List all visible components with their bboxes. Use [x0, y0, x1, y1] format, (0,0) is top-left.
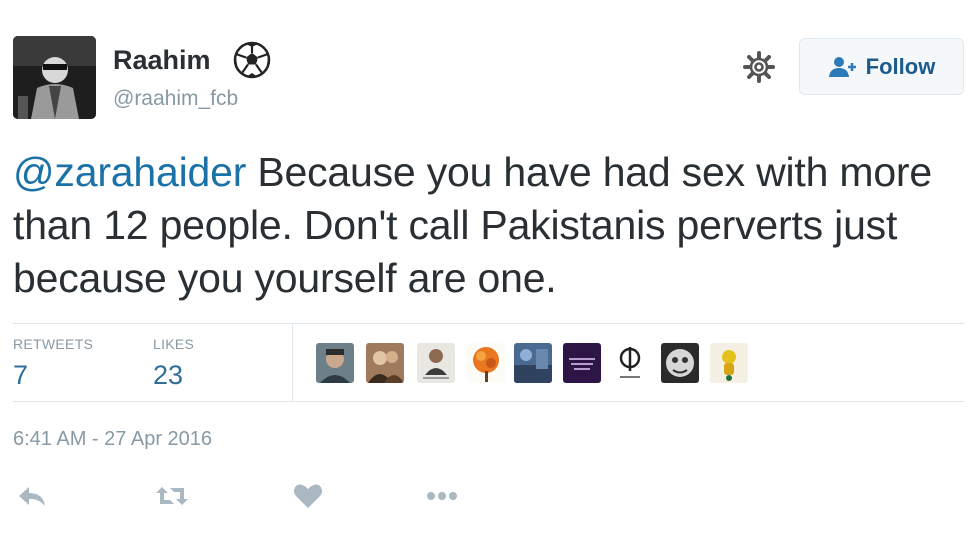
liker-avatar-8[interactable]	[661, 343, 699, 383]
likes-label[interactable]: LIKES	[153, 336, 194, 352]
more-icon[interactable]	[425, 480, 459, 512]
divider-top	[13, 323, 965, 324]
follow-label: Follow	[865, 53, 936, 79]
retweet-icon[interactable]	[154, 480, 190, 512]
gear-icon[interactable]	[742, 50, 776, 84]
likes-count[interactable]: 23	[153, 360, 183, 391]
follow-button[interactable]: Follow	[799, 38, 964, 95]
liker-avatar-3[interactable]	[417, 343, 455, 383]
stats-divider	[292, 323, 293, 401]
reply-icon[interactable]	[16, 480, 48, 512]
liker-avatar-1[interactable]	[316, 343, 354, 383]
liker-avatar-6[interactable]	[563, 343, 601, 383]
retweets-label[interactable]: RETWEETS	[13, 336, 93, 352]
liker-avatar-7[interactable]	[611, 343, 649, 383]
retweets-count[interactable]: 7	[13, 360, 28, 391]
divider-bottom	[13, 401, 965, 402]
liker-avatar-9[interactable]	[710, 343, 748, 383]
add-user-icon	[828, 56, 856, 77]
like-icon[interactable]	[292, 480, 324, 512]
mention-link[interactable]: @zarahaider	[13, 149, 246, 195]
liker-avatar-2[interactable]	[366, 343, 404, 383]
soccer-ball-icon	[232, 40, 272, 80]
tweet-timestamp[interactable]: 6:41 AM - 27 Apr 2016	[13, 428, 212, 451]
user-handle[interactable]: @raahim_fcb	[113, 87, 238, 111]
display-name[interactable]: Raahim	[113, 45, 211, 76]
liker-avatar-4[interactable]	[467, 343, 505, 383]
user-avatar[interactable]	[13, 36, 96, 119]
liker-avatar-5[interactable]	[514, 343, 552, 383]
tweet-text: @zarahaider Because you have had sex wit…	[13, 146, 963, 305]
